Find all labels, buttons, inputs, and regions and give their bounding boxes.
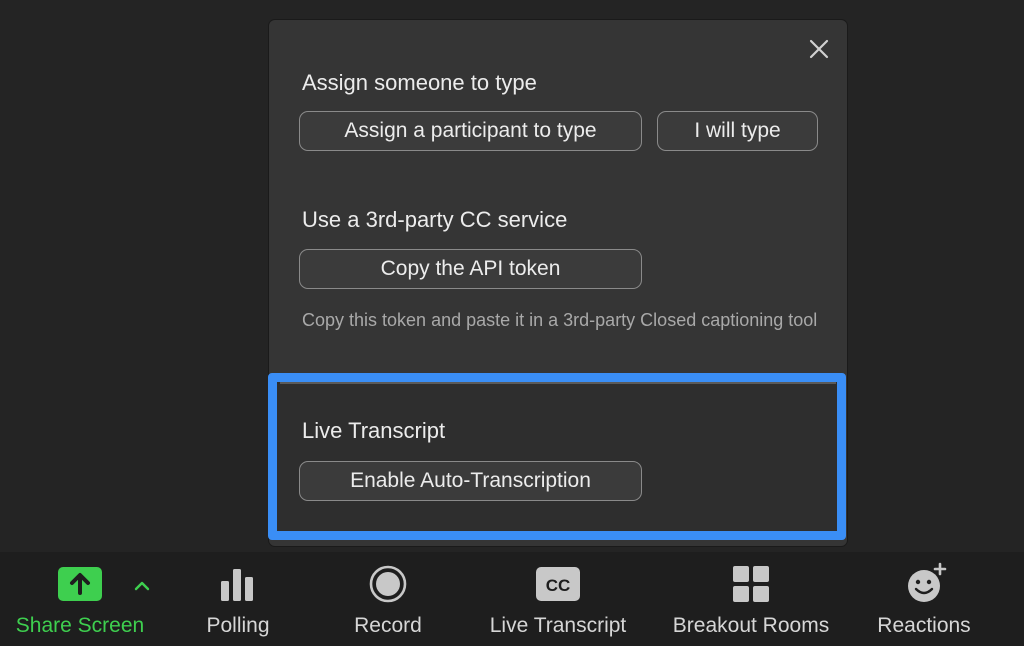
live-transcript-highlight	[268, 373, 846, 540]
meeting-toolbar: Share Screen Polling Record CC Live Tran…	[0, 552, 1024, 646]
share-screen-label: Share Screen	[15, 614, 145, 637]
record-label: Record	[354, 614, 422, 637]
i-will-type-button[interactable]: I will type	[657, 111, 818, 151]
cc-service-section-title: Use a 3rd-party CC service	[302, 207, 568, 232]
toolbar-polling[interactable]: Polling	[188, 552, 288, 646]
svg-text:CC: CC	[546, 576, 571, 595]
close-icon[interactable]	[808, 38, 830, 60]
toolbar-share-screen[interactable]: Share Screen	[0, 552, 160, 646]
toolbar-breakout-rooms[interactable]: Breakout Rooms	[666, 552, 836, 646]
enable-auto-transcription-button[interactable]: Enable Auto-Transcription	[299, 461, 642, 501]
assign-section-title: Assign someone to type	[302, 70, 537, 95]
share-screen-icon	[58, 567, 102, 601]
polling-icon	[221, 569, 253, 601]
reactions-icon	[908, 562, 947, 602]
cc-icon: CC	[536, 567, 580, 601]
breakout-rooms-icon	[733, 566, 769, 602]
reactions-label: Reactions	[877, 614, 971, 637]
toolbar-record[interactable]: Record	[338, 552, 438, 646]
breakout-rooms-label: Breakout Rooms	[672, 614, 830, 637]
live-transcript-label: Live Transcript	[489, 614, 627, 637]
polling-label: Polling	[206, 614, 270, 637]
section-divider	[280, 382, 836, 384]
toolbar-reactions[interactable]: Reactions	[864, 552, 984, 646]
live-transcript-section-title: Live Transcript	[302, 418, 446, 443]
chevron-up-icon[interactable]	[133, 580, 151, 592]
copy-api-token-button[interactable]: Copy the API token	[299, 249, 642, 289]
assign-participant-button[interactable]: Assign a participant to type	[299, 111, 642, 151]
copy-token-help-text: Copy this token and paste it in a 3rd-pa…	[302, 310, 818, 330]
toolbar-live-transcript[interactable]: CC Live Transcript	[478, 552, 638, 646]
record-icon	[369, 565, 407, 603]
